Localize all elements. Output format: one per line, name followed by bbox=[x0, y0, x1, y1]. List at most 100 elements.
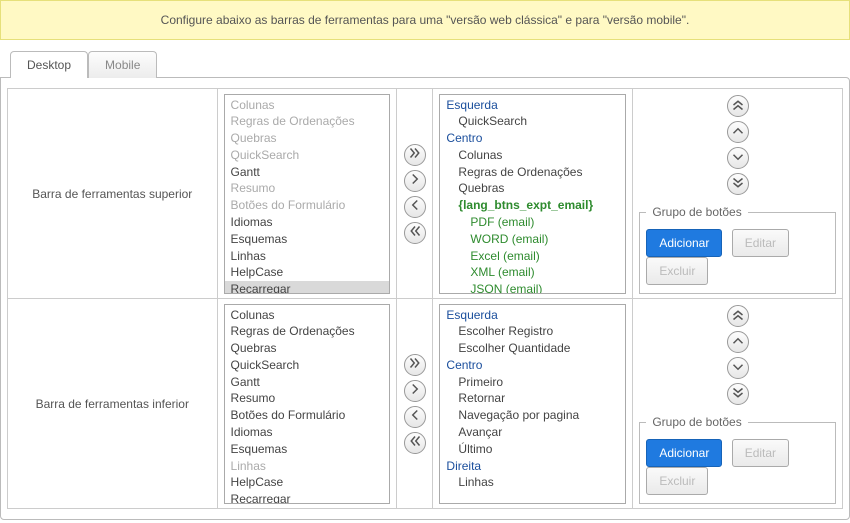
tab-mobile[interactable]: Mobile bbox=[88, 51, 157, 78]
list-item[interactable]: Regras de Ordenações bbox=[225, 323, 390, 340]
move-bottom-button[interactable] bbox=[727, 383, 749, 405]
bottom-source-list[interactable]: Colunas Regras de Ordenações Quebras Qui… bbox=[224, 304, 391, 504]
chevron-up-icon bbox=[732, 125, 744, 140]
row-top-toolbar: Barra de ferramentas superior Colunas Re… bbox=[8, 89, 843, 299]
move-left-button[interactable] bbox=[404, 196, 426, 218]
move-all-left-button[interactable] bbox=[404, 432, 426, 454]
group-delete-button[interactable]: Excluir bbox=[646, 467, 708, 495]
group-delete-button[interactable]: Excluir bbox=[646, 257, 708, 285]
top-reorder-arrows bbox=[639, 93, 836, 197]
move-top-button[interactable] bbox=[727, 95, 749, 117]
row-top-label: Barra de ferramentas superior bbox=[8, 89, 218, 299]
move-all-right-button[interactable] bbox=[404, 144, 426, 166]
list-item[interactable]: Esquemas bbox=[225, 441, 390, 458]
move-left-button[interactable] bbox=[404, 406, 426, 428]
list-item[interactable]: HelpCase bbox=[225, 264, 390, 281]
list-item[interactable]: QuickSearch bbox=[225, 357, 390, 374]
list-item[interactable]: Retornar bbox=[440, 390, 625, 407]
chevron-right-icon bbox=[409, 173, 421, 188]
move-top-button[interactable] bbox=[727, 305, 749, 327]
group-add-button[interactable]: Adicionar bbox=[646, 229, 722, 257]
top-move-arrows bbox=[403, 142, 426, 246]
row-bottom-label: Barra de ferramentas inferior bbox=[8, 299, 218, 509]
bottom-button-group-fieldset: Grupo de botões Adicionar Editar Excluir bbox=[639, 415, 836, 504]
list-item[interactable]: Colunas bbox=[225, 97, 390, 114]
list-item[interactable]: Primeiro bbox=[440, 374, 625, 391]
list-item[interactable]: Botões do Formulário bbox=[225, 407, 390, 424]
double-chevron-right-icon bbox=[409, 357, 421, 372]
list-item[interactable]: Linhas bbox=[225, 248, 390, 265]
list-item[interactable]: Linhas bbox=[225, 458, 390, 475]
move-all-left-button[interactable] bbox=[404, 222, 426, 244]
list-item[interactable]: Excel (email) bbox=[440, 248, 625, 265]
desktop-panel: Barra de ferramentas superior Colunas Re… bbox=[0, 77, 850, 520]
list-item[interactable]: Colunas bbox=[225, 307, 390, 324]
list-item[interactable]: Idiomas bbox=[225, 214, 390, 231]
double-chevron-down-icon bbox=[732, 177, 744, 192]
list-item[interactable]: Idiomas bbox=[225, 424, 390, 441]
double-chevron-down-icon bbox=[732, 387, 744, 402]
move-right-button[interactable] bbox=[404, 170, 426, 192]
list-item[interactable]: Avançar bbox=[440, 424, 625, 441]
list-item[interactable]: Resumo bbox=[225, 180, 390, 197]
move-right-button[interactable] bbox=[404, 380, 426, 402]
list-item-expt-group[interactable]: {lang_btns_expt_email} bbox=[440, 197, 625, 214]
top-target-list[interactable]: Esquerda QuickSearch Centro Colunas Regr… bbox=[439, 94, 626, 294]
list-section-centro[interactable]: Centro bbox=[440, 357, 625, 374]
group-legend: Grupo de botões bbox=[646, 415, 747, 429]
list-item[interactable]: Último bbox=[440, 441, 625, 458]
move-bottom-button[interactable] bbox=[727, 173, 749, 195]
list-item[interactable]: QuickSearch bbox=[440, 113, 625, 130]
bottom-target-list[interactable]: Esquerda Escolher Registro Escolher Quan… bbox=[439, 304, 626, 504]
list-item[interactable]: Gantt bbox=[225, 374, 390, 391]
bottom-move-arrows bbox=[403, 352, 426, 456]
list-item[interactable]: Linhas bbox=[440, 474, 625, 491]
toolbar-config-table: Barra de ferramentas superior Colunas Re… bbox=[7, 88, 843, 509]
group-edit-button[interactable]: Editar bbox=[732, 229, 789, 257]
tabs-bar: Desktop Mobile bbox=[0, 50, 850, 77]
list-item[interactable]: Quebras bbox=[225, 130, 390, 147]
list-section-esquerda[interactable]: Esquerda bbox=[440, 97, 625, 114]
list-item[interactable]: Escolher Registro bbox=[440, 323, 625, 340]
chevron-left-icon bbox=[409, 199, 421, 214]
list-item[interactable]: JSON (email) bbox=[440, 281, 625, 293]
chevron-right-icon bbox=[409, 383, 421, 398]
move-up-button[interactable] bbox=[727, 121, 749, 143]
list-item[interactable]: QuickSearch bbox=[225, 147, 390, 164]
list-section-esquerda[interactable]: Esquerda bbox=[440, 307, 625, 324]
move-up-button[interactable] bbox=[727, 331, 749, 353]
list-item[interactable]: PDF (email) bbox=[440, 214, 625, 231]
list-item[interactable]: Navegação por pagina bbox=[440, 407, 625, 424]
bottom-reorder-arrows bbox=[639, 303, 836, 407]
top-source-list[interactable]: Colunas Regras de Ordenações Quebras Qui… bbox=[224, 94, 391, 294]
group-add-button[interactable]: Adicionar bbox=[646, 439, 722, 467]
tab-desktop[interactable]: Desktop bbox=[10, 51, 88, 78]
list-item[interactable]: Recarregar bbox=[225, 281, 390, 293]
config-banner: Configure abaixo as barras de ferramenta… bbox=[0, 0, 850, 40]
list-item[interactable]: Regras de Ordenações bbox=[440, 164, 625, 181]
move-all-right-button[interactable] bbox=[404, 354, 426, 376]
top-button-group-fieldset: Grupo de botões Adicionar Editar Excluir bbox=[639, 205, 836, 294]
list-item[interactable]: HelpCase bbox=[225, 474, 390, 491]
list-item[interactable]: Esquemas bbox=[225, 231, 390, 248]
move-down-button[interactable] bbox=[727, 147, 749, 169]
list-item[interactable]: Resumo bbox=[225, 390, 390, 407]
list-item[interactable]: XML (email) bbox=[440, 264, 625, 281]
chevron-up-icon bbox=[732, 335, 744, 350]
group-edit-button[interactable]: Editar bbox=[732, 439, 789, 467]
list-item[interactable]: Regras de Ordenações bbox=[225, 113, 390, 130]
list-item[interactable]: Quebras bbox=[225, 340, 390, 357]
list-item[interactable]: WORD (email) bbox=[440, 231, 625, 248]
double-chevron-up-icon bbox=[732, 99, 744, 114]
list-item[interactable]: Quebras bbox=[440, 180, 625, 197]
list-item[interactable]: Escolher Quantidade bbox=[440, 340, 625, 357]
list-item[interactable]: Colunas bbox=[440, 147, 625, 164]
list-item[interactable]: Botões do Formulário bbox=[225, 197, 390, 214]
move-down-button[interactable] bbox=[727, 357, 749, 379]
list-item[interactable]: Recarregar bbox=[225, 491, 390, 503]
double-chevron-up-icon bbox=[732, 309, 744, 324]
list-section-centro[interactable]: Centro bbox=[440, 130, 625, 147]
list-section-direita[interactable]: Direita bbox=[440, 458, 625, 475]
row-bottom-toolbar: Barra de ferramentas inferior Colunas Re… bbox=[8, 299, 843, 509]
list-item[interactable]: Gantt bbox=[225, 164, 390, 181]
